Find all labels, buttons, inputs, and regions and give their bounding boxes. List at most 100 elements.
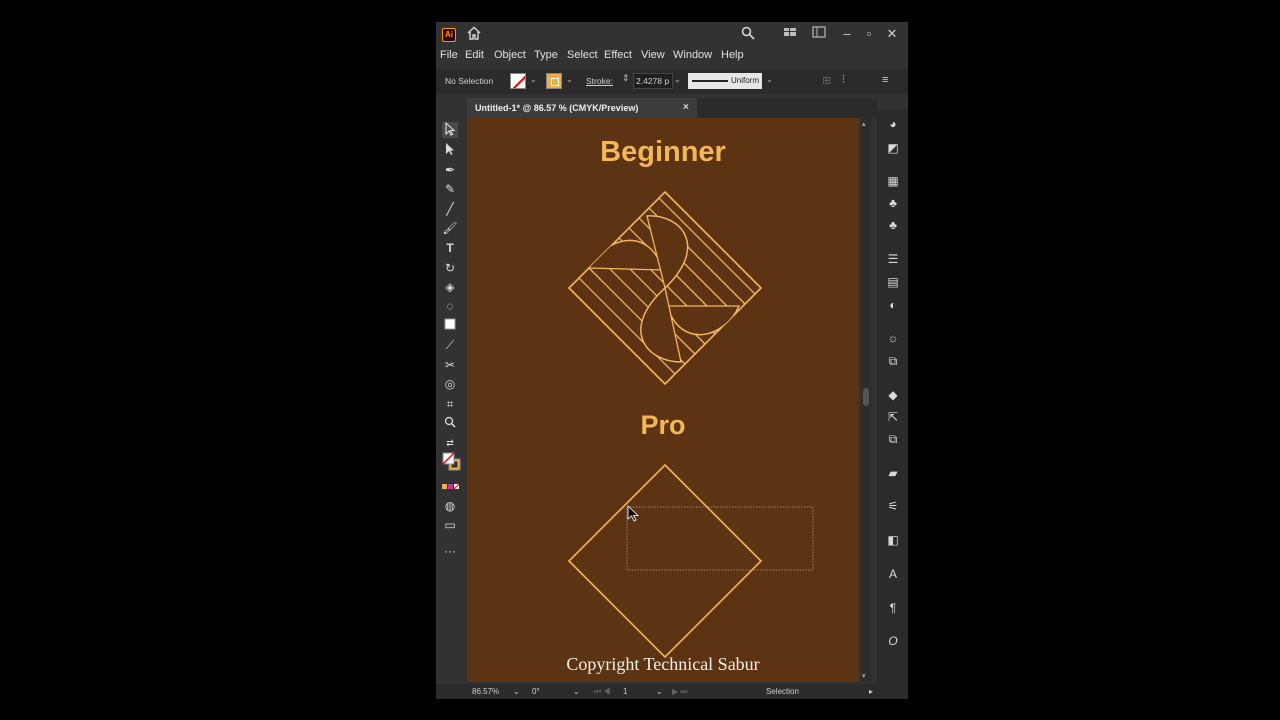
scrollbar-thumb[interactable] [863,388,869,406]
color-guide-icon[interactable]: ◩ [885,140,901,156]
menu-view[interactable]: View [641,49,665,61]
stroke-weight-field[interactable]: 2.4278 p [633,73,673,89]
close-icon[interactable]: ✕ [884,26,900,42]
chevron-down-icon[interactable]: ⌄ [513,687,520,696]
artboard-number[interactable]: 1 [623,687,627,696]
menu-bar: File Edit Object Type Select Effect View… [436,46,908,66]
type-tool-icon[interactable]: T [442,240,458,256]
vertical-scrollbar[interactable]: ▴ ▾ [861,118,871,682]
menu-window[interactable]: Window [673,49,712,61]
screen-mode-icon[interactable]: ▭ [442,517,458,533]
fill-swatch[interactable] [510,73,526,89]
close-tab-icon[interactable]: × [683,98,689,118]
opentype-icon[interactable]: O [885,633,901,649]
asset-export-icon[interactable]: ⇱ [885,409,901,425]
paragraph-icon[interactable]: ¶ [885,600,901,616]
draw-mode-icon[interactable]: ◍ [442,498,458,514]
menu-type[interactable]: Type [534,49,558,61]
rotate-tool-icon[interactable]: ↻ [442,260,458,276]
line-tool-icon[interactable]: ╱ [442,201,458,217]
chevron-down-icon[interactable]: ⌄ [566,75,573,84]
properties-icon[interactable]: ⚟ [885,498,901,514]
blend-tool-icon[interactable]: ◎ [442,376,458,392]
title-bar: Ai – ▫ ✕ [436,22,908,46]
shape-builder-tool-icon[interactable]: ✂ [442,357,458,373]
menu-object[interactable]: Object [494,49,526,61]
selection-tool-icon[interactable] [442,121,458,138]
artboard-tool-icon[interactable]: ⌗ [442,396,458,412]
scroll-up-icon[interactable]: ▴ [862,120,866,128]
symbols-icon[interactable]: ♣ [885,217,901,233]
graphic-styles-icon[interactable]: ⧉ [885,353,901,369]
menu-select[interactable]: Select [567,49,598,61]
stroke-panel-icon[interactable]: ☰ [885,251,901,267]
app-logo: Ai [442,28,456,42]
curvature-tool-icon[interactable]: ✎ [442,181,458,197]
zoom-level[interactable]: 86.57% [472,687,499,696]
swatches-icon[interactable]: ▦ [885,173,901,189]
align-icon[interactable]: ⊞ [822,74,831,87]
panel-dock: ◕ ◩ ▦ ♣ ♣ ☰ ▤ ◐ ☼ ⧉ ◆ ⇱ ⧉ ▰ ⚟ ◧ A ¶ O [877,110,908,690]
chevron-down-icon[interactable]: ⌄ [674,75,681,84]
panel-menu-icon[interactable]: ≡ [882,74,888,86]
menu-edit[interactable]: Edit [465,49,484,61]
transparency-icon[interactable]: ◐ [885,297,901,313]
direct-selection-tool-icon[interactable] [442,142,458,158]
chevron-down-icon[interactable]: ⌄ [530,75,537,84]
copyright-text: Copyright Technical Sabur [566,654,760,674]
illustrator-window: Ai – ▫ ✕ File Edit Object Type Select Ef… [436,22,908,699]
color-mode-icon[interactable] [442,482,460,498]
swap-fill-stroke-icon[interactable]: ⇄ [442,435,458,451]
stroke-profile-select[interactable]: Uniform [688,73,762,89]
maximize-icon[interactable]: ▫ [861,26,877,42]
arrange-documents-icon[interactable] [782,26,798,42]
current-tool-status: Selection [766,687,799,696]
eraser-tool-icon[interactable]: ◈ [442,279,458,295]
eyedropper-tool-icon[interactable]: ⟋ [442,337,458,353]
stepper-icon[interactable]: ⇕ [622,73,630,84]
artboard-canvas[interactable]: Beginner Pro Copyright Technical Sabur [467,118,859,682]
distribute-icon[interactable]: ⫶ [842,74,845,87]
stroke-swatch[interactable] [546,73,562,89]
scroll-down-icon[interactable]: ▾ [862,672,866,680]
fill-stroke-indicator[interactable] [442,452,461,471]
zoom-tool-icon[interactable] [442,416,458,432]
chevron-down-icon[interactable]: ⌄ [656,687,663,696]
rotation-value[interactable]: 0° [532,687,540,696]
paintbrush-tool-icon[interactable]: 🖌 [442,220,458,236]
appearance-icon[interactable]: ☼ [885,330,901,346]
pen-tool-icon[interactable]: ✒ [442,162,458,178]
panel-layout-icon[interactable] [811,26,827,42]
rectangle-tool-icon[interactable] [442,318,458,334]
more-tools-icon[interactable]: ··· [442,543,458,559]
brushes-icon[interactable]: ♣ [885,195,901,211]
last-artboard-icon[interactable]: ▶ ⏭ [672,687,688,697]
layers-icon[interactable]: ◆ [885,387,901,403]
chevron-down-icon[interactable]: ⌄ [766,75,773,84]
status-menu-icon[interactable]: ▸ [869,687,873,696]
document-tab[interactable]: Untitled-1* @ 86.57 % (CMYK/Preview) × [467,98,697,118]
menu-help[interactable]: Help [721,49,744,61]
home-icon[interactable] [466,26,482,42]
search-icon[interactable] [740,26,756,42]
comments-icon[interactable]: ▰ [885,465,901,481]
gradient-icon[interactable]: ▤ [885,274,901,290]
document-tab-title: Untitled-1* @ 86.57 % (CMYK/Preview) [475,103,639,113]
character-icon[interactable]: A [885,566,901,582]
pro-diamond[interactable] [567,463,763,659]
artboards-icon[interactable]: ⧉ [885,431,901,447]
selection-status: No Selection [445,76,494,86]
document-tab-bar: Untitled-1* @ 86.57 % (CMYK/Preview) × [467,98,877,118]
menu-effect[interactable]: Effect [604,49,632,61]
libraries-icon[interactable]: ◧ [885,532,901,548]
menu-file[interactable]: File [440,49,458,61]
tools-panel: ✒ ✎ ╱ 🖌 T ↻ ◈ ◌ ⟋ ✂ ◎ ⌗ ⇄ ◍ ▭ ··· [436,121,464,572]
chevron-down-icon[interactable]: ⌄ [573,687,580,696]
minimize-icon[interactable]: – [839,26,855,42]
beginner-diamond[interactable] [557,166,787,396]
first-artboard-icon[interactable]: ⏮ ◀ [594,687,611,697]
selection-marquee [626,506,814,571]
lasso-tool-icon[interactable]: ◌ [442,298,458,314]
stroke-label[interactable]: Stroke: [586,76,613,86]
color-palette-icon[interactable]: ◕ [885,116,901,132]
